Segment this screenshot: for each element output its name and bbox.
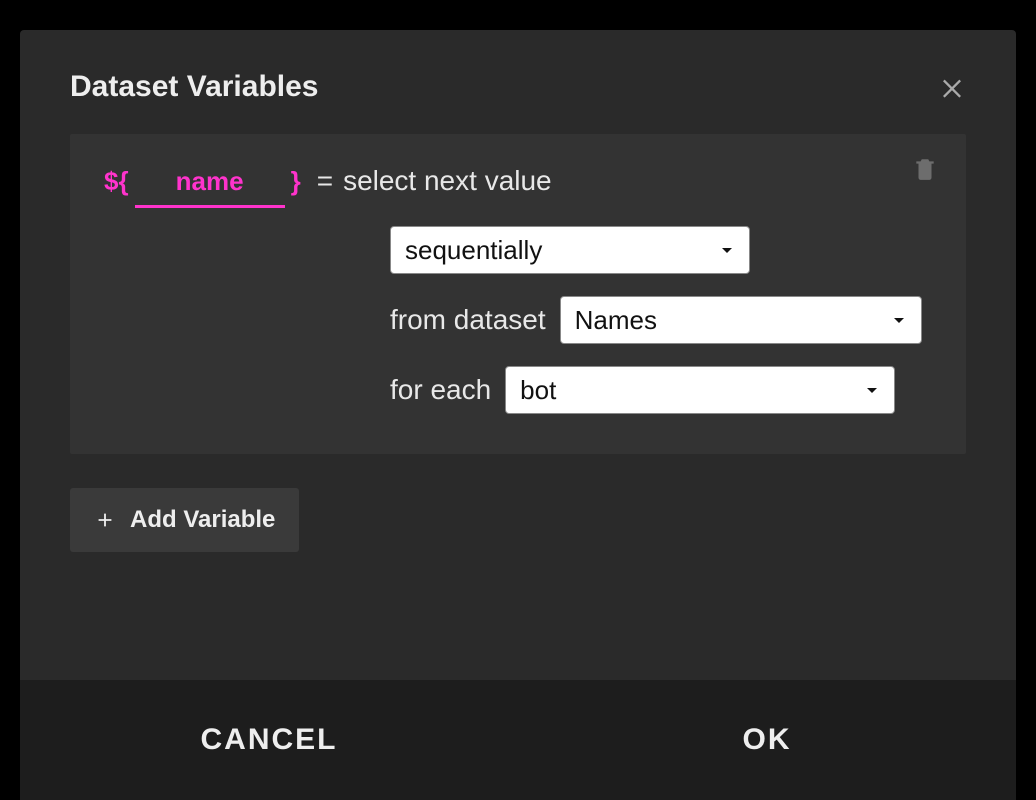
syntax-close: }: [291, 166, 301, 197]
variable-row: ${ } = select next value sequentially fr…: [70, 134, 966, 454]
dialog-footer: CANCEL OK: [20, 680, 1016, 800]
equals-sign: =: [317, 165, 333, 197]
variable-name-input[interactable]: [135, 162, 285, 208]
dataset-select[interactable]: Names: [560, 296, 922, 344]
add-variable-label: Add Variable: [130, 506, 275, 534]
close-button[interactable]: [938, 73, 966, 101]
select-next-label: select next value: [343, 165, 552, 197]
trash-icon: [912, 156, 938, 182]
dataset-variables-dialog: Dataset Variables ${ } = select next val…: [20, 30, 1016, 800]
for-each-label: for each: [390, 374, 491, 406]
ok-button[interactable]: OK: [518, 680, 1016, 800]
cancel-button[interactable]: CANCEL: [20, 680, 518, 800]
dialog-title: Dataset Variables: [70, 70, 318, 104]
selection-mode-select[interactable]: sequentially: [390, 226, 750, 274]
from-dataset-label: from dataset: [390, 304, 546, 336]
variable-config: sequentially from dataset Names for each…: [390, 226, 932, 414]
scope-select[interactable]: bot: [505, 366, 895, 414]
close-icon: [938, 73, 966, 101]
plus-icon: [94, 509, 116, 531]
variable-definition-line: ${ } = select next value: [104, 162, 932, 208]
add-variable-button[interactable]: Add Variable: [70, 488, 299, 552]
dialog-body: ${ } = select next value sequentially fr…: [20, 134, 1016, 680]
syntax-open: ${: [104, 166, 129, 197]
delete-variable-button[interactable]: [912, 156, 938, 187]
dialog-header: Dataset Variables: [20, 30, 1016, 134]
